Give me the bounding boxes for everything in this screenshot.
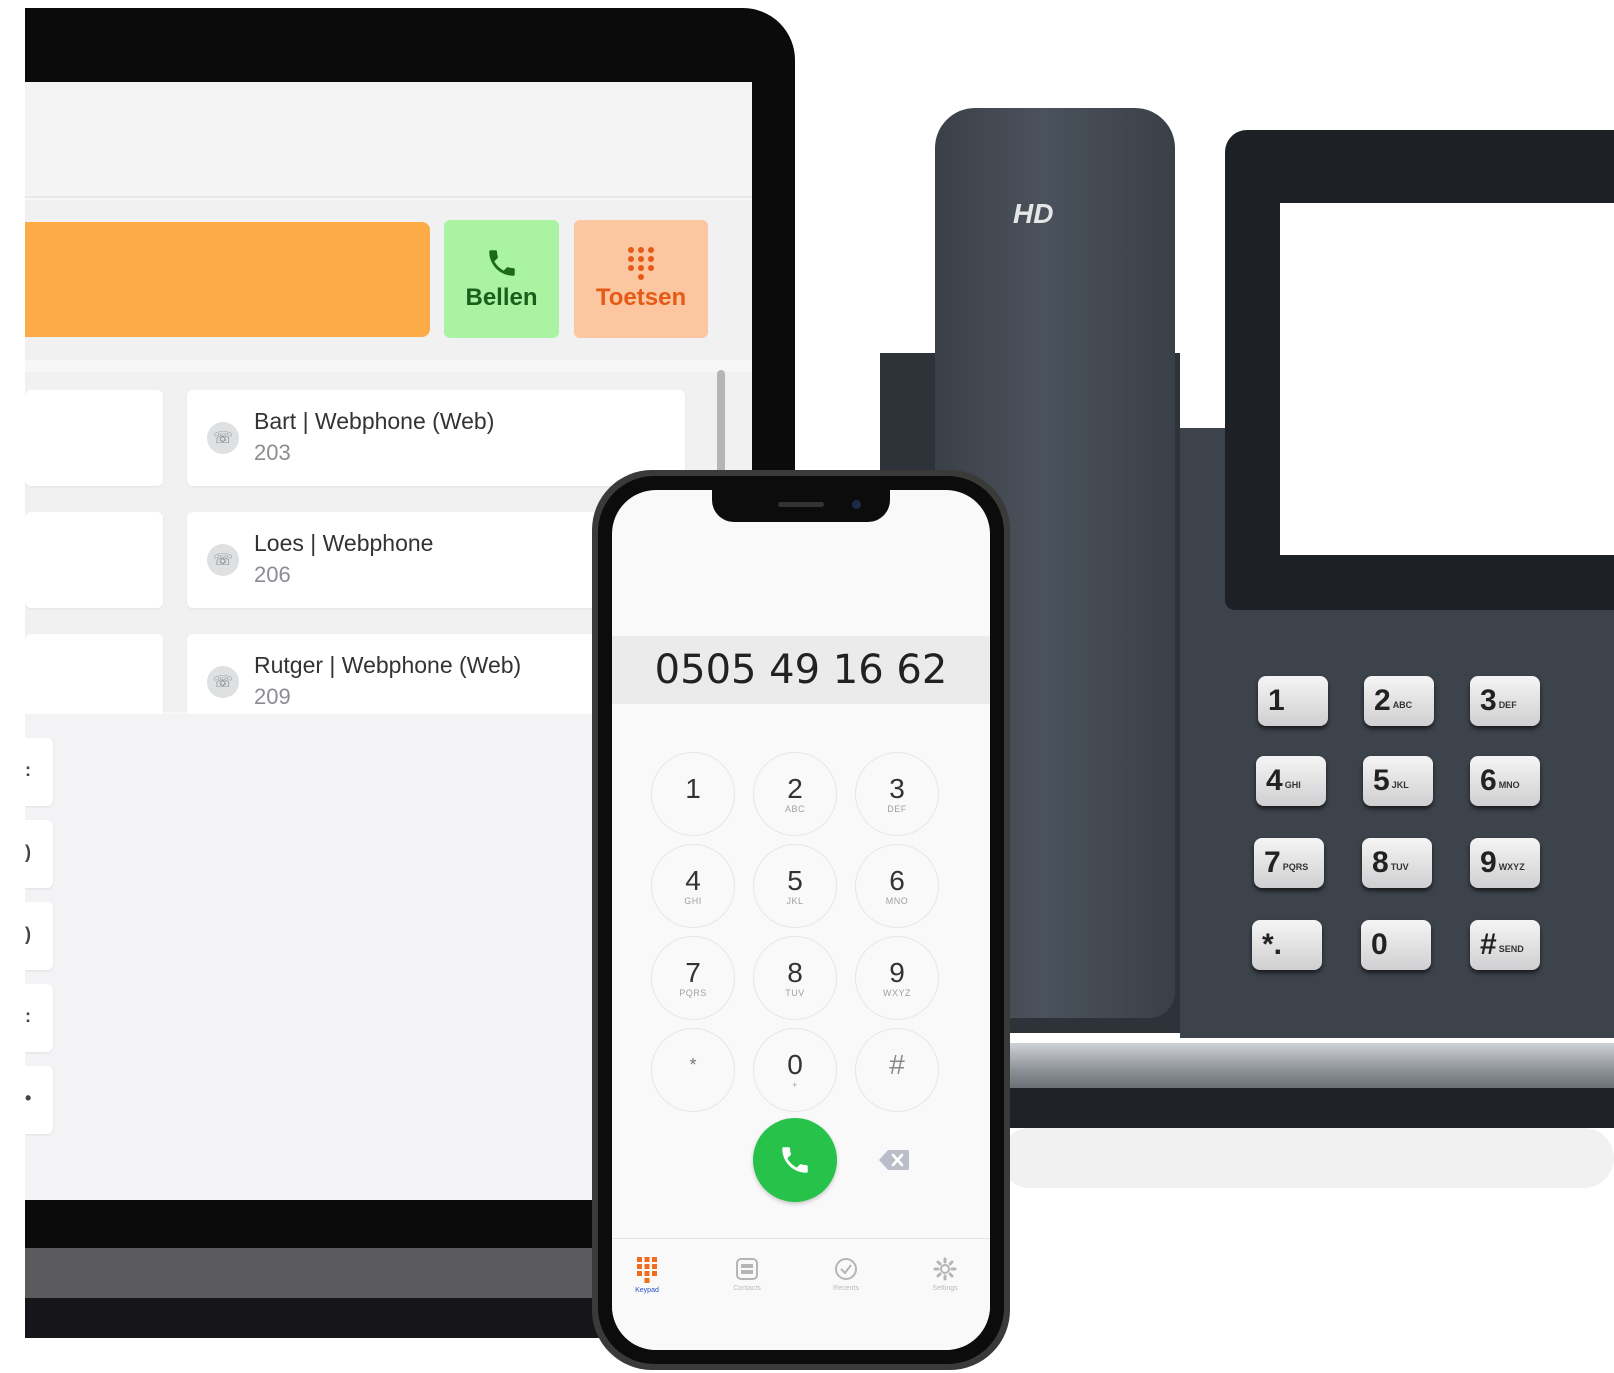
keypad-icon <box>628 247 654 280</box>
hd-logo: HD <box>1013 198 1054 229</box>
desk-key-5[interactable]: 5 JKL <box>1363 756 1433 806</box>
side-tab[interactable]: • <box>25 1066 53 1134</box>
desk-phone-shadow <box>1000 1128 1614 1188</box>
tab-label: Keypad <box>635 1287 659 1294</box>
contact-card-bart[interactable]: ☏ Bart | Webphone (Web) 203 <box>187 390 685 486</box>
key-hash[interactable]: # <box>855 1028 939 1112</box>
contacts-icon <box>736 1258 758 1280</box>
contact-card[interactable] <box>25 512 163 608</box>
contact-card[interactable] <box>25 390 163 486</box>
desk-key-4[interactable]: 4 GHI <box>1256 756 1326 806</box>
keypad-icon <box>637 1257 657 1283</box>
bellen-button[interactable]: Bellen <box>444 220 559 338</box>
side-tab[interactable]: ) <box>25 820 53 888</box>
contact-extension: 209 <box>254 684 291 709</box>
desk-key-9[interactable]: 9 WXYZ <box>1470 838 1540 888</box>
contact-extension: 203 <box>254 440 291 465</box>
tab-contacts[interactable]: Contacts <box>712 1257 782 1292</box>
key-4[interactable]: 4 GHI <box>651 844 735 928</box>
key-2[interactable]: 2 ABC <box>753 752 837 836</box>
user-avatar-icon: ☏ <box>207 422 239 454</box>
desk-key-6[interactable]: 6 MNO <box>1470 756 1540 806</box>
dialed-number-display[interactable]: 0505 49 16 62 <box>612 636 990 704</box>
desk-key-8[interactable]: 8 TUV <box>1362 838 1432 888</box>
desk-key-3[interactable]: 3 DEF <box>1470 676 1540 726</box>
desk-phone-foot <box>1010 1088 1614 1128</box>
front-camera <box>852 500 861 509</box>
key-9[interactable]: 9 WXYZ <box>855 936 939 1020</box>
key-0[interactable]: 0 + <box>753 1028 837 1112</box>
contact-extension: 206 <box>254 562 291 587</box>
desk-key-star[interactable]: *. <box>1252 920 1322 970</box>
key-8[interactable]: 8 TUV <box>753 936 837 1020</box>
user-avatar-icon: ☏ <box>207 544 239 576</box>
toetsen-button[interactable]: Toetsen <box>574 220 708 338</box>
tab-label: Recents <box>833 1285 859 1292</box>
desk-key-2[interactable]: 2 ABC <box>1364 676 1434 726</box>
recents-icon <box>835 1258 857 1280</box>
phone-notch <box>712 490 890 522</box>
speaker-grille <box>778 502 824 507</box>
contact-name: Rutger | Webphone (Web) <box>254 652 522 678</box>
bottom-tab-bar: Keypad Contacts Recents Settings <box>612 1238 990 1350</box>
desk-phone-display <box>1280 203 1614 555</box>
desk-key-1[interactable]: 1 <box>1258 676 1328 726</box>
key-3[interactable]: 3 DEF <box>855 752 939 836</box>
backspace-button[interactable] <box>876 1142 912 1178</box>
side-tab[interactable]: ) <box>25 902 53 970</box>
settings-icon <box>933 1257 957 1281</box>
contact-name: Loes | Webphone <box>254 530 434 556</box>
key-1[interactable]: 1 <box>651 752 735 836</box>
user-avatar-icon: ☏ <box>207 666 239 698</box>
bellen-label: Bellen <box>465 284 538 311</box>
key-5[interactable]: 5 JKL <box>753 844 837 928</box>
phone-icon <box>782 1147 808 1173</box>
tab-settings[interactable]: Settings <box>910 1257 980 1292</box>
side-tab[interactable]: : <box>25 738 53 806</box>
desk-key-0[interactable]: 0 <box>1361 920 1431 970</box>
backspace-icon <box>879 1150 909 1170</box>
smartphone-screen: 0505 49 16 62 1 2 ABC 3 DEF 4 GHI 5 JKL 6 MNO… <box>612 490 990 1350</box>
key-7[interactable]: 7 PQRS <box>651 936 735 1020</box>
key-star[interactable]: * <box>651 1028 735 1112</box>
contact-name: Bart | Webphone (Web) <box>254 408 495 434</box>
tab-recents[interactable]: Recents <box>811 1257 881 1292</box>
tab-label: Contacts <box>733 1285 761 1292</box>
tab-keypad[interactable]: Keypad <box>612 1257 682 1294</box>
app-top-bar <box>25 82 752 198</box>
toetsen-label: Toetsen <box>595 284 687 311</box>
dialed-number: 0505 49 16 62 <box>654 647 948 693</box>
side-tab[interactable]: : <box>25 984 53 1052</box>
dial-number-input[interactable] <box>25 222 430 337</box>
key-6[interactable]: 6 MNO <box>855 844 939 928</box>
tab-label: Settings <box>932 1285 958 1292</box>
desk-key-7[interactable]: 7 PQRS <box>1254 838 1324 888</box>
call-button[interactable] <box>753 1118 837 1202</box>
desk-phone-chrome-strip <box>1010 1043 1614 1088</box>
desk-key-hash[interactable]: # SEND <box>1470 920 1540 970</box>
phone-icon <box>488 250 515 276</box>
